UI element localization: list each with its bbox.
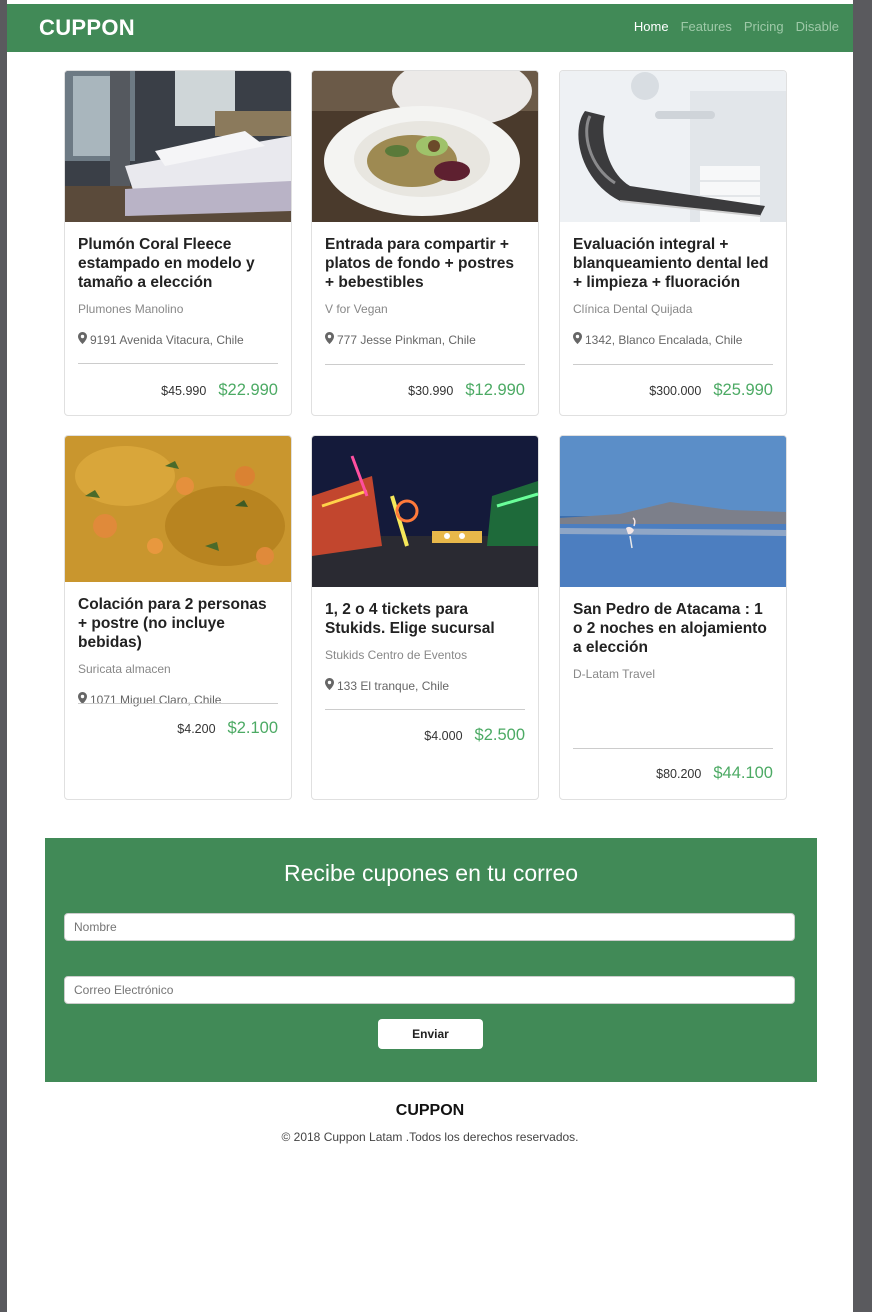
email-input[interactable]	[64, 976, 795, 1004]
brand-logo[interactable]: CUPPON	[39, 15, 135, 41]
navbar: CUPPON Home Features Pricing Disable	[7, 4, 853, 52]
old-price: $30.990	[408, 384, 454, 398]
deal-card[interactable]: Evaluación integral + blanqueamiento den…	[559, 70, 787, 416]
nav-links: Home Features Pricing Disable	[634, 19, 839, 34]
name-input[interactable]	[64, 913, 795, 941]
old-price: $300.000	[649, 384, 702, 398]
map-marker-icon	[78, 332, 87, 347]
nav-link-disable[interactable]: Disable	[796, 19, 839, 34]
card-prices: $4.000 $2.500	[424, 726, 525, 745]
location-text: 1342, Blanco Encalada, Chile	[585, 332, 743, 347]
card-vendor: Stukids Centro de Eventos	[325, 648, 468, 662]
fair-night-photo[interactable]	[312, 436, 538, 587]
salad-plate-photo[interactable]	[312, 71, 538, 222]
new-price: $2.500	[474, 726, 525, 744]
card-title[interactable]: San Pedro de Atacama : 1 o 2 noches en a…	[573, 600, 773, 657]
card-title[interactable]: Colación para 2 personas + postre (no in…	[78, 595, 278, 652]
newsletter-title: Recibe cupones en tu correo	[283, 860, 579, 886]
card-vendor: Plumones Manolino	[78, 302, 184, 316]
card-prices: $80.200 $44.100	[656, 764, 773, 783]
bedroom-photo[interactable]	[65, 71, 291, 222]
old-price: $4.000	[424, 729, 463, 743]
card-title[interactable]: Plumón Coral Fleece estampado en modelo …	[78, 235, 278, 292]
lagoon-flamingo-photo[interactable]	[560, 436, 786, 587]
map-marker-icon	[573, 332, 582, 347]
nav-link-home[interactable]: Home	[634, 19, 669, 34]
old-price: $45.990	[161, 384, 207, 398]
card-location: 777 Jesse Pinkman, Chile	[325, 332, 525, 347]
old-price: $4.200	[177, 722, 216, 736]
map-marker-icon	[325, 332, 334, 347]
newsletter-section: Recibe cupones en tu correo Enviar	[45, 838, 817, 1082]
card-divider	[573, 748, 773, 749]
card-prices: $30.990 $12.990	[408, 381, 525, 400]
card-prices: $4.200 $2.100	[177, 719, 278, 738]
new-price: $2.100	[227, 719, 278, 737]
card-location: 1071 Miguel Claro, Chile	[78, 692, 278, 707]
card-vendor: Clínica Dental Quijada	[573, 302, 693, 316]
deal-card[interactable]: 1, 2 o 4 tickets para Stukids. Elige suc…	[311, 435, 539, 800]
card-vendor: D-Latam Travel	[573, 667, 656, 681]
new-price: $12.990	[465, 381, 525, 399]
deal-card[interactable]: Plumón Coral Fleece estampado en modelo …	[64, 70, 292, 416]
card-divider	[325, 364, 525, 365]
page: CUPPON Home Features Pricing Disable Plu…	[7, 0, 853, 1312]
card-prices: $45.990 $22.990	[161, 381, 278, 400]
submit-button[interactable]: Enviar	[378, 1019, 483, 1049]
card-divider	[573, 364, 773, 365]
deal-card[interactable]: Entrada para compartir + platos de fondo…	[311, 70, 539, 416]
location-text: 9191 Avenida Vitacura, Chile	[90, 332, 244, 347]
map-marker-icon	[325, 678, 334, 693]
dental-chair-photo[interactable]	[560, 71, 786, 222]
new-price: $44.100	[713, 764, 773, 782]
card-location: 9191 Avenida Vitacura, Chile	[78, 332, 278, 347]
nav-link-features[interactable]: Features	[681, 19, 732, 34]
card-vendor: Suricata almacen	[78, 662, 171, 676]
old-price: $80.200	[656, 767, 702, 781]
deal-card[interactable]: Colación para 2 personas + postre (no in…	[64, 435, 292, 800]
card-divider	[325, 709, 525, 710]
location-text: 1071 Miguel Claro, Chile	[90, 692, 222, 707]
card-title[interactable]: Entrada para compartir + platos de fondo…	[325, 235, 525, 292]
card-divider	[78, 703, 278, 704]
food-dish-photo[interactable]	[65, 436, 291, 582]
map-marker-icon	[78, 692, 87, 707]
location-text: 777 Jesse Pinkman, Chile	[337, 332, 476, 347]
card-title[interactable]: 1, 2 o 4 tickets para Stukids. Elige suc…	[325, 600, 525, 638]
card-title[interactable]: Evaluación integral + blanqueamiento den…	[573, 235, 773, 292]
new-price: $22.990	[218, 381, 278, 399]
footer-copyright: © 2018 Cuppon Latam .Todos los derechos …	[281, 1130, 579, 1144]
card-divider	[78, 363, 278, 364]
card-prices: $300.000 $25.990	[649, 381, 773, 400]
card-location: 133 El tranque, Chile	[325, 678, 525, 693]
new-price: $25.990	[713, 381, 773, 399]
location-text: 133 El tranque, Chile	[337, 678, 450, 693]
nav-link-pricing[interactable]: Pricing	[744, 19, 784, 34]
card-vendor: V for Vegan	[325, 302, 388, 316]
footer-brand: CUPPON	[395, 1102, 465, 1119]
card-location: 1342, Blanco Encalada, Chile	[573, 332, 773, 347]
deal-card[interactable]: San Pedro de Atacama : 1 o 2 noches en a…	[559, 435, 787, 800]
